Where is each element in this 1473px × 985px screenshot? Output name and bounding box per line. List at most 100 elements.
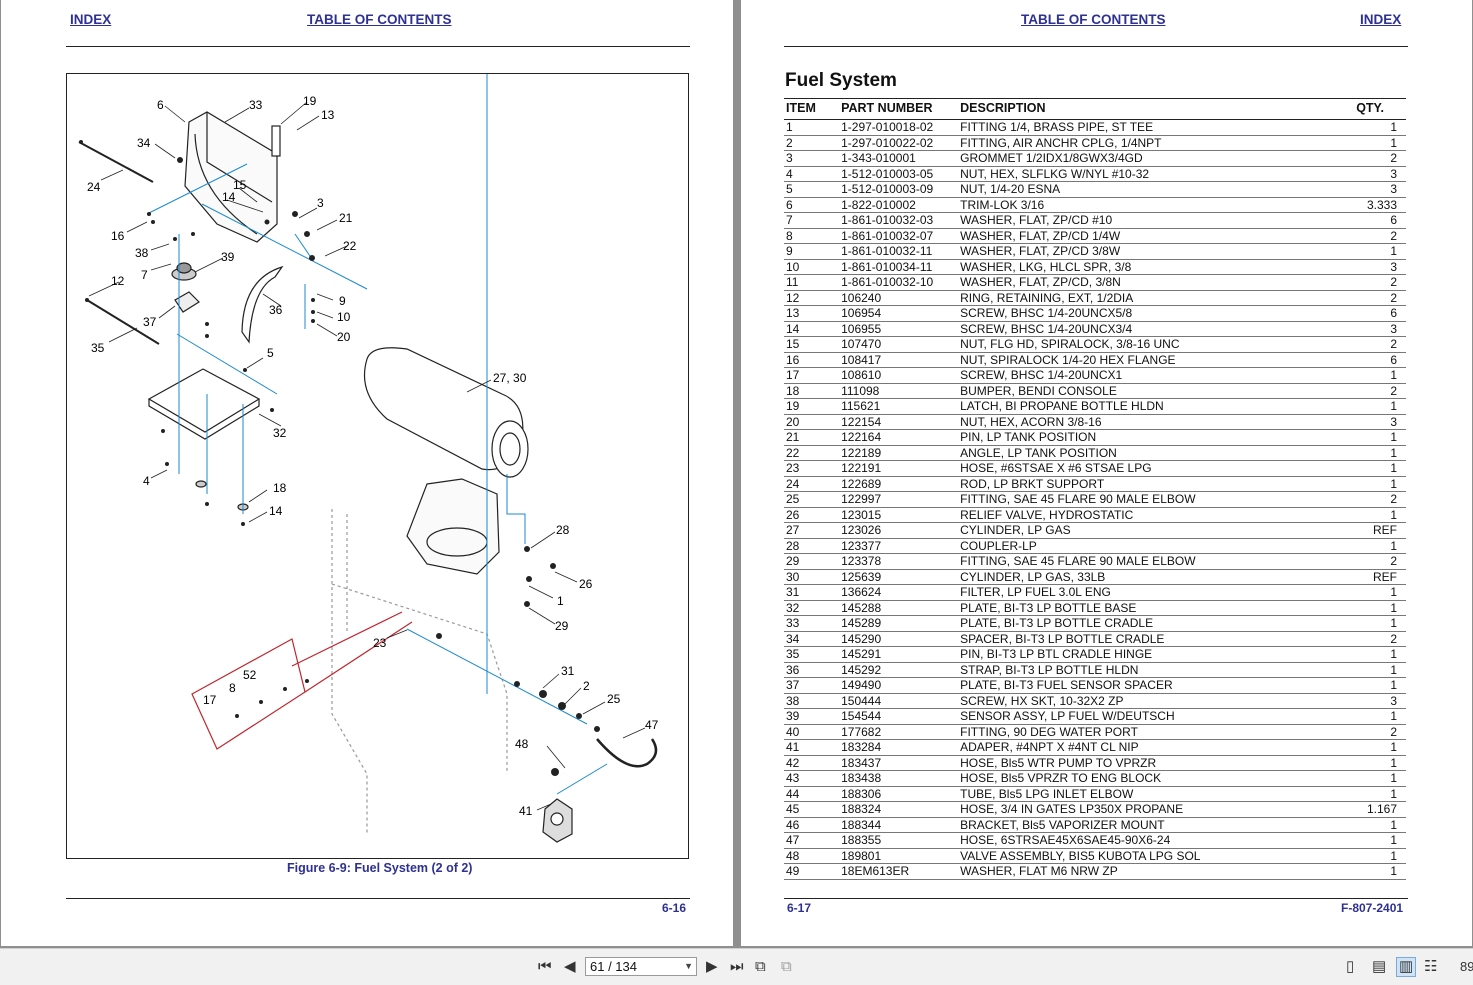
item-cell: 18 [784,383,840,399]
description-cell: HOSE, 6STRSAE45X6SAE45-90X6-24 [958,832,1355,849]
callout-34: 34 [137,136,151,150]
qty-cell: 3 [1354,321,1406,337]
table-row: 17 108610 SCREW, BHSC 1/4-20UNCX1 1 [784,367,1406,384]
description-cell: PIN, BI-T3 LP BTL CRADLE HINGE [958,646,1355,663]
part-number-cell: 145289 [839,615,959,632]
table-row: 10 1-861-010034-11 WASHER, LKG, HLCL SPR, … [784,259,1406,275]
item-cell: 16 [784,352,840,368]
next-page-button[interactable]: ▶ [706,958,718,976]
table-row: 34 145290 SPACER, BI-T3 LP BOTTLE CRADLE 2 [784,631,1406,647]
callout-39: 39 [221,250,235,264]
table-row: 16 108417 NUT, SPIRALOCK 1/4-20 HEX FLANGE… [784,352,1406,368]
qty-cell: 1 [1354,615,1406,632]
item-cell: 49 [784,863,840,880]
callout-10: 10 [337,310,351,324]
callout-14b: 14 [269,504,283,518]
part-number-cell: 188306 [839,786,959,802]
description-cell: ROD, LP BRKT SUPPORT [958,476,1355,492]
callout-29: 29 [555,619,569,633]
qty-cell: 1 [1354,507,1406,523]
description-cell: STRAP, BI-T3 LP BOTTLE HLDN [958,662,1355,678]
continuous-two-page-view-icon[interactable]: ☷ [1424,958,1437,976]
part-number-cell: 145288 [839,600,959,616]
table-row: 28 123377 COUPLER-LP 1 [784,538,1406,554]
qty-cell: 3 [1354,414,1406,430]
qty-cell: 3 [1354,693,1406,709]
part-number-cell: 183438 [839,770,959,787]
qty-cell: 1 [1354,739,1406,756]
part-number-cell: 145291 [839,646,959,663]
index-link[interactable]: INDEX [70,12,111,27]
last-page-button[interactable]: ⏭ [730,958,744,976]
item-cell: 34 [784,631,840,647]
table-row: 39 154544 SENSOR ASSY, LP FUEL W/DEUTSCH 1 [784,708,1406,725]
description-cell: SCREW, BHSC 1/4-20UNCX3/4 [958,321,1355,337]
parts-table: ITEM PART NUMBER DESCRIPTION QTY. 1 1-297… [784,98,1406,880]
description-cell: NUT, SPIRALOCK 1/4-20 HEX FLANGE [958,352,1355,368]
item-cell: 13 [784,305,840,322]
header-divider [66,46,690,47]
description-cell: FITTING 1/4, BRASS PIPE, ST TEE [958,119,1355,136]
index-link[interactable]: INDEX [1360,12,1401,27]
qty-cell: 1 [1354,538,1406,554]
callout-25: 25 [607,692,621,706]
table-row: 38 150444 SCREW, HX SKT, 10-32X2 ZP 3 [784,693,1406,709]
fuel-system-exploded-diagram [78,74,658,843]
chevron-down-icon[interactable]: ▼ [684,958,693,975]
table-of-contents-link[interactable]: TABLE OF CONTENTS [1021,12,1166,27]
navigate-back-icon[interactable]: ⧉ [755,958,766,976]
table-row: 45 188324 HOSE, 3/4 IN GATES LP350X PROPAN… [784,801,1406,818]
table-row: 24 122689 ROD, LP BRKT SUPPORT 1 [784,476,1406,492]
qty-cell: 1 [1354,600,1406,616]
qty-cell: 1 [1354,786,1406,802]
description-cell: FITTING, SAE 45 FLARE 90 MALE ELBOW [958,491,1355,508]
qty-cell: 1 [1354,677,1406,694]
page-number-input[interactable]: 61 / 134 ▼ [585,957,697,976]
part-number-cell: 122154 [839,414,959,430]
callout-20: 20 [337,330,351,344]
part-number-cell: 1-861-010032-07 [839,228,959,244]
callout-1: 1 [557,594,564,608]
left-page: INDEX TABLE OF CONTENTS 6 33 19 13 34 24… [1,0,733,946]
qty-cell: 1 [1354,863,1406,880]
part-number-cell: 1-297-010022-02 [839,135,959,151]
qty-cell: 1 [1354,476,1406,492]
description-cell: CYLINDER, LP GAS, 33LB [958,569,1355,585]
continuous-view-icon[interactable]: ▤ [1372,958,1386,976]
header-divider [784,46,1408,47]
item-cell: 26 [784,507,840,523]
navigate-forward-icon[interactable]: ⧉ [781,958,792,976]
table-row: 44 188306 TUBE, Bls5 LPG INLET ELBOW 1 [784,786,1406,802]
qty-cell: 1 [1354,646,1406,663]
table-of-contents-link[interactable]: TABLE OF CONTENTS [307,12,452,27]
item-cell: 42 [784,755,840,771]
description-cell: COUPLER-LP [958,538,1355,554]
qty-cell: 1 [1354,708,1406,725]
item-cell: 27 [784,522,840,539]
qty-cell: 1 [1354,398,1406,415]
part-number-cell: 136624 [839,584,959,601]
single-page-view-icon[interactable]: ▯ [1346,958,1354,976]
table-row: 49 18EM613ER WASHER, FLAT M6 NRW ZP 1 [784,863,1406,880]
item-cell: 3 [784,150,840,167]
item-cell: 28 [784,538,840,554]
table-row: 23 122191 HOSE, #6STSAE X #6 STSAE LPG 1 [784,460,1406,477]
qty-cell: 1 [1354,770,1406,787]
first-page-button[interactable]: ⏮ [538,958,552,976]
table-row: 15 107470 NUT, FLG HD, SPIRALOCK, 3/8-16 U… [784,336,1406,353]
part-number-cell: 107470 [839,336,959,353]
item-cell: 20 [784,414,840,430]
qty-cell: 2 [1354,228,1406,244]
item-cell: 7 [784,212,840,229]
description-cell: PLATE, BI-T3 FUEL SENSOR SPACER [958,677,1355,694]
callout-12: 12 [111,274,125,288]
part-number-cell: 106240 [839,290,959,306]
zoom-level[interactable]: 89 [1460,958,1473,976]
previous-page-button[interactable]: ◀ [564,958,576,976]
part-number-cell: 189801 [839,848,959,864]
qty-cell: REF [1354,569,1406,585]
two-page-view-icon[interactable]: ▥ [1396,957,1417,977]
table-row: 20 122154 NUT, HEX, ACORN 3/8-16 3 [784,414,1406,430]
callout-28: 28 [556,523,570,537]
table-row: 43 183438 HOSE, Bls5 VPRZR TO ENG BLOCK 1 [784,770,1406,787]
